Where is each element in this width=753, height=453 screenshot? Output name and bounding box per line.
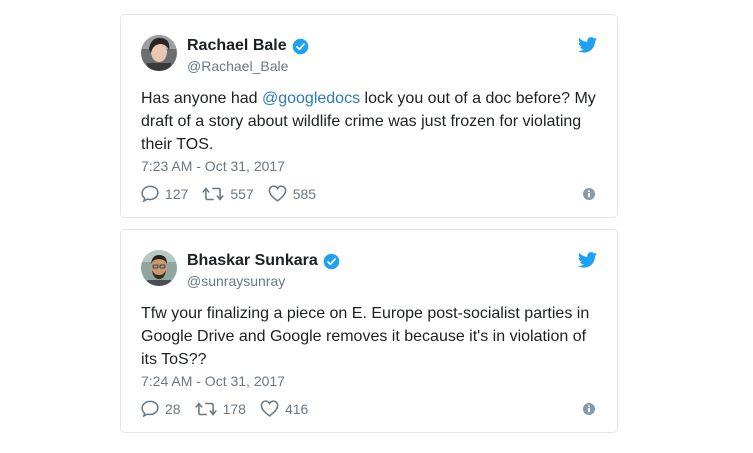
tweet-text: Tfw your finalizing a piece on E. Europe…: [141, 302, 601, 371]
verified-badge-icon: [323, 253, 340, 269]
like-icon: [268, 185, 287, 202]
like-count: 416: [284, 400, 309, 417]
retweet-button[interactable]: 557: [202, 185, 254, 202]
tweet-text-before: Tfw your finalizing a piece on E. Europe…: [141, 305, 590, 368]
reply-icon: [141, 400, 159, 417]
like-button[interactable]: 416: [260, 400, 308, 417]
avatar[interactable]: [141, 35, 177, 71]
handle[interactable]: @sunraysunray: [187, 273, 285, 289]
retweet-icon: [194, 401, 217, 416]
avatar[interactable]: [141, 250, 177, 286]
display-name[interactable]: Bhaskar Sunkara: [187, 252, 318, 270]
reply-icon: [141, 185, 159, 202]
author-name-row: Bhaskar Sunkara: [187, 251, 340, 271]
tweet-card[interactable]: Rachael Bale @Rachael_Bale Has anyone ha…: [120, 14, 618, 218]
info-icon[interactable]: [583, 188, 595, 200]
mention-link[interactable]: @googledocs: [262, 90, 360, 107]
handle[interactable]: @Rachael_Bale: [187, 58, 288, 74]
timestamp[interactable]: 7:23 AM - Oct 31, 2017: [141, 158, 285, 174]
reply-count: 28: [165, 400, 181, 417]
retweet-button[interactable]: 178: [194, 400, 246, 417]
retweet-count: 178: [222, 400, 246, 417]
reply-count: 127: [165, 185, 189, 202]
twitter-bird-icon[interactable]: [578, 37, 597, 53]
like-button[interactable]: 585: [268, 185, 316, 202]
tweet-card[interactable]: Bhaskar Sunkara @sunraysunray Tfw your f…: [120, 229, 618, 433]
like-icon: [260, 400, 279, 417]
timestamp[interactable]: 7:24 AM - Oct 31, 2017: [141, 373, 285, 389]
verified-badge-icon: [292, 38, 308, 54]
action-bar: 127 557 585: [141, 185, 330, 202]
tweet-text: Has anyone had @googledocs lock you out …: [141, 87, 601, 156]
reply-button[interactable]: 28: [141, 400, 181, 417]
retweet-count: 557: [230, 185, 254, 202]
twitter-bird-icon[interactable]: [578, 252, 597, 268]
author-name-row: Rachael Bale: [187, 36, 309, 56]
tweet-text-before: Has anyone had: [141, 90, 262, 107]
like-count: 585: [292, 185, 317, 202]
info-icon[interactable]: [583, 403, 595, 415]
retweet-icon: [202, 186, 225, 201]
reply-button[interactable]: 127: [141, 185, 188, 202]
display-name[interactable]: Rachael Bale: [187, 37, 287, 55]
action-bar: 28 178 416: [141, 400, 322, 417]
